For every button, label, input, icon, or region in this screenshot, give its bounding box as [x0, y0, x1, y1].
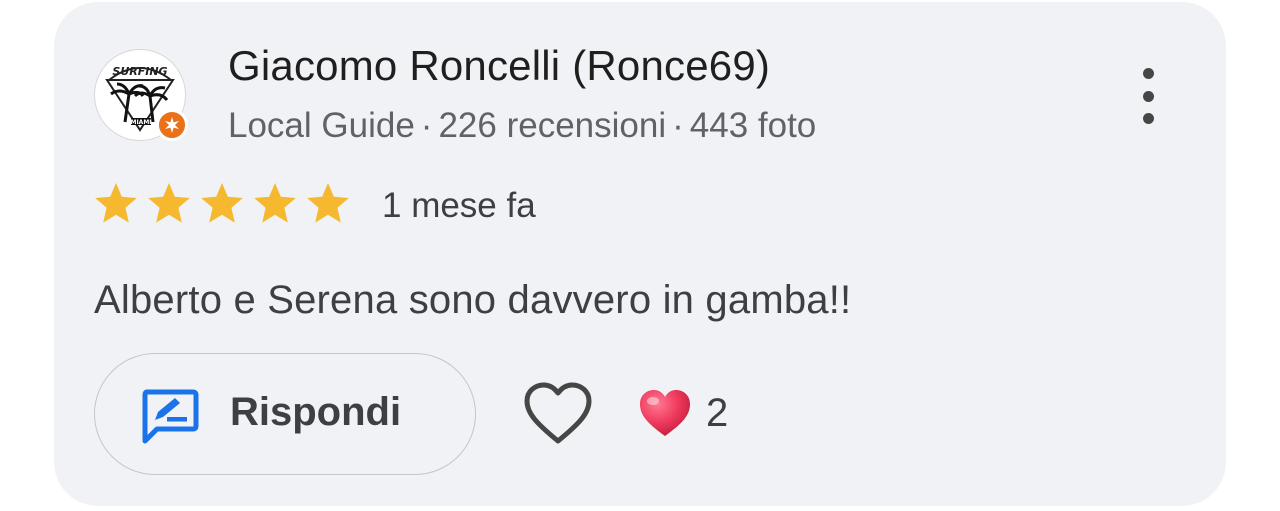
reply-button-label: Rispondi — [230, 390, 402, 434]
heart-outline-icon — [524, 382, 592, 444]
author-meta: Local Guide · 226 recensioni · 443 foto — [228, 106, 816, 146]
meta-separator: · — [420, 106, 433, 145]
star-icon — [307, 183, 349, 223]
review-time: 1 mese fa — [382, 186, 536, 225]
more-vertical-icon-dot — [1142, 68, 1154, 79]
svg-text:MIAMI: MIAMI — [130, 119, 151, 126]
author-photo-count: 443 foto — [689, 106, 817, 145]
star-icon — [148, 183, 190, 223]
author-level: Local Guide — [228, 106, 415, 145]
star-rating — [92, 180, 357, 228]
author-name[interactable]: Giacomo Roncelli (Ronce69) — [228, 42, 770, 90]
review-text: Alberto e Serena sono davvero in gamba!! — [94, 278, 852, 322]
svg-text:SURFING: SURFING — [112, 65, 167, 78]
more-vertical-icon-dot — [1142, 113, 1154, 124]
reaction-summary[interactable]: 2 — [638, 385, 728, 441]
reply-button[interactable]: Rispondi — [94, 353, 476, 475]
more-vertical-icon-dot — [1142, 90, 1154, 102]
more-options-button[interactable] — [1128, 62, 1168, 130]
red-heart-icon — [640, 390, 690, 436]
like-button[interactable] — [522, 381, 594, 447]
star-icon — [95, 183, 137, 223]
local-guide-badge-icon — [156, 109, 188, 141]
avatar[interactable]: SURFING MIAMI — [94, 49, 188, 141]
meta-separator: · — [672, 106, 684, 145]
author-review-count: 226 recensioni — [438, 106, 667, 145]
reply-edit-icon — [142, 389, 199, 444]
star-icon — [254, 183, 296, 223]
reaction-count: 2 — [706, 390, 729, 435]
star-icon — [201, 183, 243, 223]
